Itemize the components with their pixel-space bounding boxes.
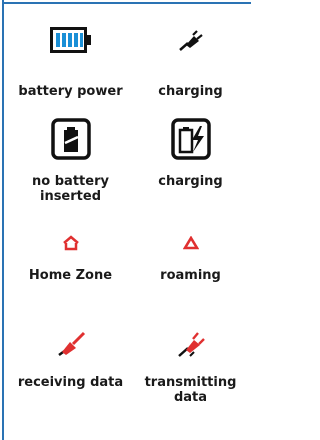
charging-plug-icon	[128, 22, 253, 58]
roaming-icon	[128, 230, 253, 256]
legend-label: charging	[158, 84, 223, 99]
transmitting-data-icon	[128, 326, 253, 362]
battery-charging-icon	[128, 118, 253, 160]
legend-label: transmitting data	[144, 375, 237, 405]
battery-full-icon	[8, 22, 133, 58]
legend-label: receiving data	[17, 375, 124, 390]
legend-item-roaming: roaming	[128, 230, 253, 310]
legend-item-receiving-data: receiving data	[8, 326, 133, 436]
legend-item-charging-battery: charging	[128, 118, 253, 218]
home-zone-icon	[8, 230, 133, 256]
legend-label: battery power	[18, 84, 123, 99]
legend-item-charging: charging	[128, 22, 253, 112]
legend-item-no-battery: no battery inserted	[8, 118, 133, 218]
legend-label: charging	[158, 174, 223, 189]
legend-label: roaming	[160, 268, 221, 283]
legend-item-transmitting-data: transmitting data	[128, 326, 253, 436]
receiving-data-icon	[8, 326, 133, 362]
legend-item-battery-power: battery power	[8, 22, 133, 112]
frame-top-border	[2, 2, 251, 4]
frame-left-border	[2, 0, 4, 440]
legend-label: Home Zone	[28, 268, 113, 283]
legend-label: no battery inserted	[32, 174, 109, 204]
legend-item-home-zone: Home Zone	[8, 230, 133, 310]
no-battery-icon	[8, 118, 133, 160]
